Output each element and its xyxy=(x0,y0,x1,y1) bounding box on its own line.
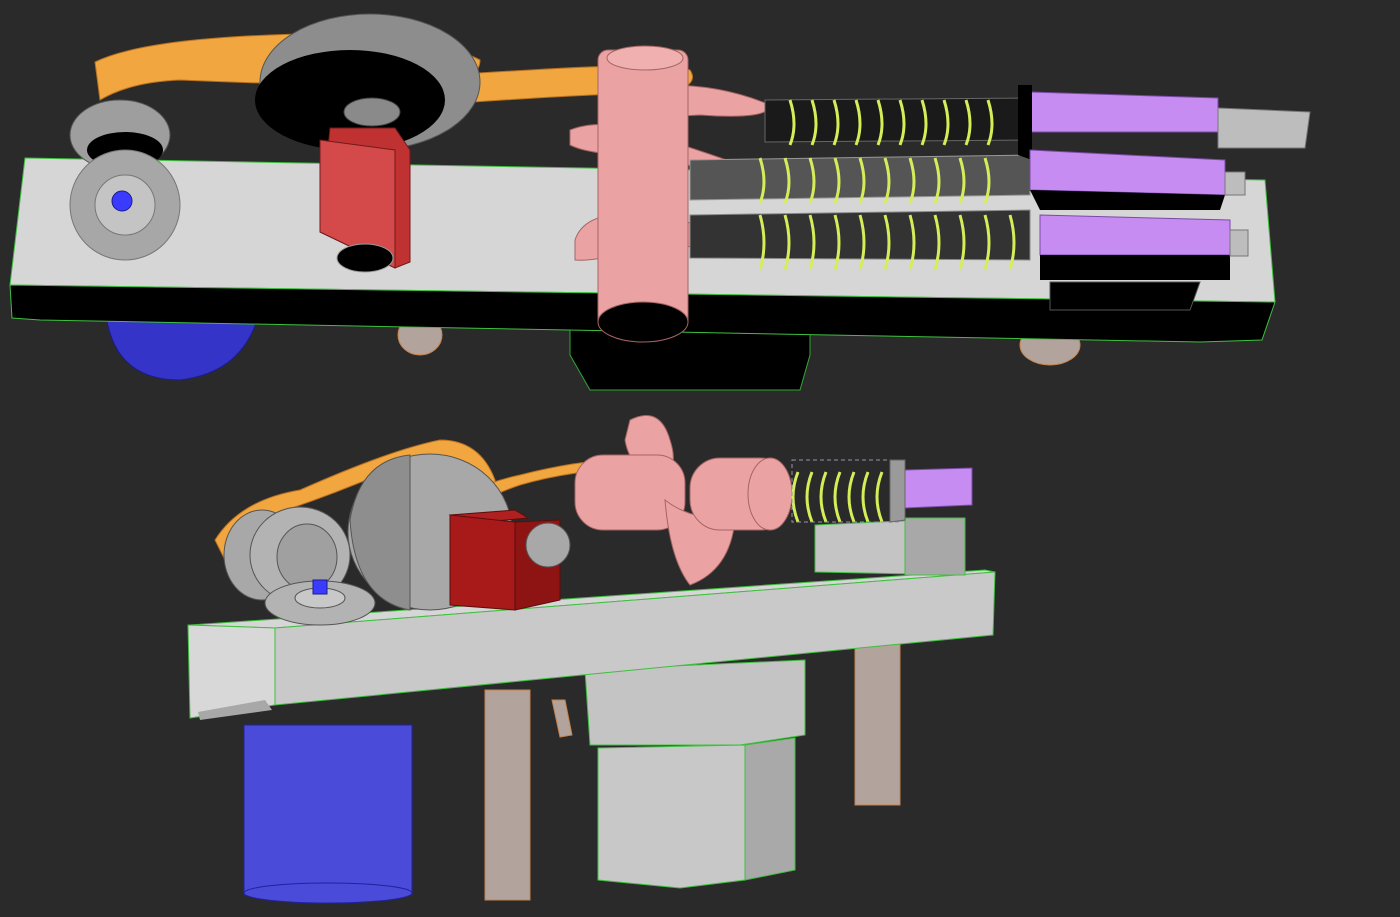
gear-shaft-top xyxy=(111,190,133,212)
crankshaft-cap-top xyxy=(606,45,684,71)
motor-shaft xyxy=(525,522,571,568)
piston-housing xyxy=(889,459,906,523)
perspective-view xyxy=(187,415,996,904)
piston-tail-top-3 xyxy=(1229,229,1249,257)
mechanism-render xyxy=(9,13,1311,904)
piston-top-2 xyxy=(1029,149,1226,196)
base-block-side xyxy=(744,737,796,881)
spring xyxy=(791,471,884,523)
piston-top-1-side xyxy=(1018,85,1032,160)
motor-pulley-top xyxy=(343,97,401,127)
piston-top-1 xyxy=(1029,91,1219,133)
motor-shaft-top xyxy=(336,243,394,273)
piston-tail-top-1 xyxy=(1217,107,1311,149)
support-leg-1 xyxy=(484,689,531,901)
base-block-lower xyxy=(597,744,746,889)
crankshaft-body-top xyxy=(597,49,689,331)
gear-shaft xyxy=(312,579,328,595)
support-leg-3 xyxy=(551,699,573,738)
motor-block-front xyxy=(449,514,516,611)
base-block-upper xyxy=(584,659,806,746)
drive-motor-bottom xyxy=(243,882,413,904)
crankshaft-end-top xyxy=(597,301,689,343)
piston xyxy=(904,467,973,509)
support-leg-2 xyxy=(854,639,901,806)
bevel-gear-1-inner xyxy=(276,523,338,591)
crankshaft-end xyxy=(747,457,793,531)
piston-top-3 xyxy=(1039,214,1231,256)
piston-tail-top-2 xyxy=(1224,171,1246,196)
drive-motor xyxy=(243,724,413,896)
piston-mount-top xyxy=(1049,281,1201,311)
piston-mount-side xyxy=(904,517,966,576)
top-view xyxy=(9,13,1311,391)
piston-top-3-side xyxy=(1040,255,1230,280)
